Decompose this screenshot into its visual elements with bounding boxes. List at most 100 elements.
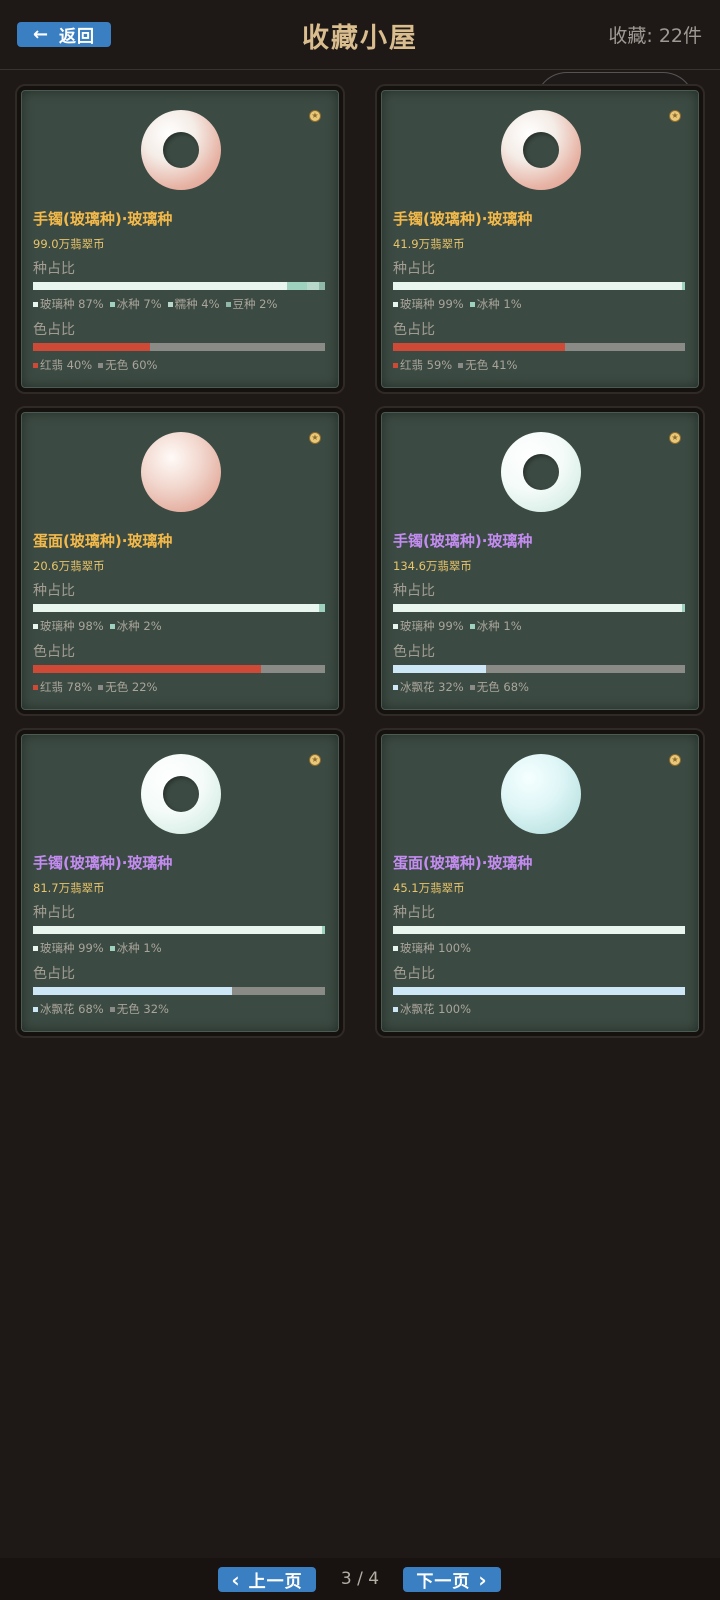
collection-card[interactable]: ★ 手镯(玻璃种)·玻璃种 99.0万翡翠币 种占比 玻璃种 87% 冰种 7% 糯种 4%… bbox=[15, 84, 345, 394]
bar-segment bbox=[307, 282, 320, 290]
bar-segment bbox=[33, 665, 261, 673]
kind-ratio-bar bbox=[393, 926, 685, 934]
kind-legend: 玻璃种 99% 冰种 1% bbox=[33, 940, 162, 956]
color-ratio-bar bbox=[33, 987, 325, 995]
kind-ratio-bar bbox=[393, 282, 685, 290]
chevron-left-icon: ‹ bbox=[231, 1567, 241, 1592]
legend-swatch bbox=[33, 623, 38, 629]
legend-item: 红翡 40% bbox=[33, 357, 92, 373]
color-ratio-bar bbox=[393, 665, 685, 673]
kind-ratio-bar bbox=[33, 926, 325, 934]
star-badge-icon: ★ bbox=[669, 432, 681, 444]
kind-ratio-bar bbox=[393, 604, 685, 612]
next-page-button[interactable]: 下一页 › bbox=[403, 1567, 501, 1592]
bar-segment bbox=[322, 926, 325, 934]
legend-swatch bbox=[225, 301, 231, 307]
item-name: 蛋面(玻璃种)·玻璃种 bbox=[393, 854, 533, 872]
bar-segment bbox=[486, 665, 685, 673]
item-price: 81.7万翡翠币 bbox=[33, 881, 105, 895]
legend-swatch bbox=[98, 684, 104, 690]
kind-ratio-label: 种占比 bbox=[33, 905, 75, 921]
item-price: 134.6万翡翠币 bbox=[393, 559, 472, 573]
color-ratio-label: 色占比 bbox=[393, 966, 435, 982]
legend-item: 冰种 1% bbox=[469, 618, 522, 634]
legend-item: 冰种 7% bbox=[109, 296, 162, 312]
color-ratio-bar bbox=[33, 343, 325, 351]
collection-card[interactable]: ★ 手镯(玻璃种)·玻璃种 134.6万翡翠币 种占比 玻璃种 99% 冰种 1% 色占比冰… bbox=[375, 406, 705, 716]
legend-label: 玻璃种 87% bbox=[40, 297, 104, 311]
legend-label: 冰种 7% bbox=[116, 297, 162, 311]
item-name: 蛋面(玻璃种)·玻璃种 bbox=[33, 532, 173, 550]
bar-segment bbox=[33, 987, 232, 995]
color-ratio-bar bbox=[33, 665, 325, 673]
legend-label: 无色 41% bbox=[465, 358, 518, 372]
bar-segment bbox=[393, 926, 685, 934]
bar-segment bbox=[393, 665, 487, 673]
color-legend: 冰飘花 100% bbox=[393, 1001, 471, 1017]
kind-legend: 玻璃种 98% 冰种 2% bbox=[33, 618, 162, 634]
top-bar: ← 返回 收藏小屋 收藏: 22件 bbox=[0, 0, 720, 70]
prev-page-label: 上一页 bbox=[248, 1572, 303, 1592]
color-legend: 红翡 40% 无色 60% bbox=[33, 357, 157, 373]
legend-swatch bbox=[393, 301, 398, 307]
legend-label: 玻璃种 98% bbox=[40, 619, 104, 633]
legend-label: 冰种 2% bbox=[116, 619, 162, 633]
star-badge-icon: ★ bbox=[309, 432, 321, 444]
legend-label: 玻璃种 99% bbox=[40, 941, 104, 955]
item-price: 20.6万翡翠币 bbox=[33, 559, 105, 573]
collection-card[interactable]: ★ 蛋面(玻璃种)·玻璃种 20.6万翡翠币 种占比 玻璃种 98% 冰种 2% 色占比 红翡… bbox=[15, 406, 345, 716]
legend-label: 无色 60% bbox=[105, 358, 158, 372]
collection-card[interactable]: ★ 蛋面(玻璃种)·玻璃种 45.1万翡翠币 种占比玻璃种 100% 色占比冰飘花 10… bbox=[375, 728, 705, 1038]
bar-segment bbox=[149, 343, 325, 351]
item-price: 45.1万翡翠币 bbox=[393, 881, 465, 895]
legend-swatch bbox=[469, 623, 475, 629]
collection-card[interactable]: ★ 手镯(玻璃种)·玻璃种 41.9万翡翠币 种占比 玻璃种 99% 冰种 1% 色占比 红翡… bbox=[375, 84, 705, 394]
item-name: 手镯(玻璃种)·玻璃种 bbox=[33, 210, 173, 228]
color-ratio-label: 色占比 bbox=[393, 644, 435, 660]
kind-ratio-label: 种占比 bbox=[393, 261, 435, 277]
legend-label: 豆种 2% bbox=[232, 297, 278, 311]
star-badge-icon: ★ bbox=[669, 754, 681, 766]
legend-swatch bbox=[98, 362, 104, 368]
jade-bangle-image bbox=[141, 754, 221, 834]
legend-item: 无色 32% bbox=[109, 1001, 169, 1017]
collection-card[interactable]: ★ 手镯(玻璃种)·玻璃种 81.7万翡翠币 种占比 玻璃种 99% 冰种 1% 色占比 冰飘… bbox=[15, 728, 345, 1038]
legend-swatch bbox=[33, 945, 38, 951]
jade-cabochon-image bbox=[501, 754, 581, 834]
legend-label: 冰飘花 68% bbox=[40, 1002, 104, 1016]
legend-label: 玻璃种 100% bbox=[400, 941, 472, 955]
color-ratio-label: 色占比 bbox=[33, 322, 75, 338]
color-ratio-bar bbox=[393, 987, 685, 995]
color-ratio-label: 色占比 bbox=[393, 322, 435, 338]
legend-label: 无色 68% bbox=[476, 680, 529, 694]
legend-swatch bbox=[393, 1006, 398, 1012]
prev-page-button[interactable]: ‹ 上一页 bbox=[218, 1567, 316, 1592]
pagination-bar: ‹ 上一页 3 / 4 下一页 › bbox=[0, 1558, 720, 1600]
legend-item: 冰种 1% bbox=[109, 940, 162, 956]
legend-item: 红翡 59% bbox=[393, 357, 452, 373]
kind-ratio-bar bbox=[33, 282, 325, 290]
kind-ratio-label: 种占比 bbox=[393, 905, 435, 921]
legend-swatch bbox=[469, 301, 475, 307]
color-legend: 冰飘花 32% 无色 68% bbox=[393, 679, 529, 695]
bar-segment bbox=[393, 604, 683, 612]
item-name: 手镯(玻璃种)·玻璃种 bbox=[33, 854, 173, 872]
bar-segment bbox=[319, 282, 325, 290]
legend-label: 冰飘花 32% bbox=[400, 680, 464, 694]
color-ratio-bar bbox=[393, 343, 685, 351]
legend-item: 玻璃种 99% bbox=[393, 296, 464, 312]
legend-item: 玻璃种 98% bbox=[33, 618, 104, 634]
kind-ratio-label: 种占比 bbox=[393, 583, 435, 599]
color-legend: 冰飘花 68% 无色 32% bbox=[33, 1001, 169, 1017]
star-badge-icon: ★ bbox=[669, 110, 681, 122]
legend-item: 冰飘花 68% bbox=[33, 1001, 104, 1017]
bar-segment bbox=[287, 282, 308, 290]
jade-cabochon-image bbox=[141, 432, 221, 512]
legend-label: 糯种 4% bbox=[174, 297, 220, 311]
item-price: 41.9万翡翠币 bbox=[393, 237, 465, 251]
legend-label: 玻璃种 99% bbox=[400, 297, 464, 311]
kind-ratio-label: 种占比 bbox=[33, 261, 75, 277]
legend-swatch bbox=[167, 301, 173, 307]
legend-swatch bbox=[33, 301, 38, 307]
kind-legend: 玻璃种 87% 冰种 7% 糯种 4% 豆种 2% bbox=[33, 296, 277, 312]
